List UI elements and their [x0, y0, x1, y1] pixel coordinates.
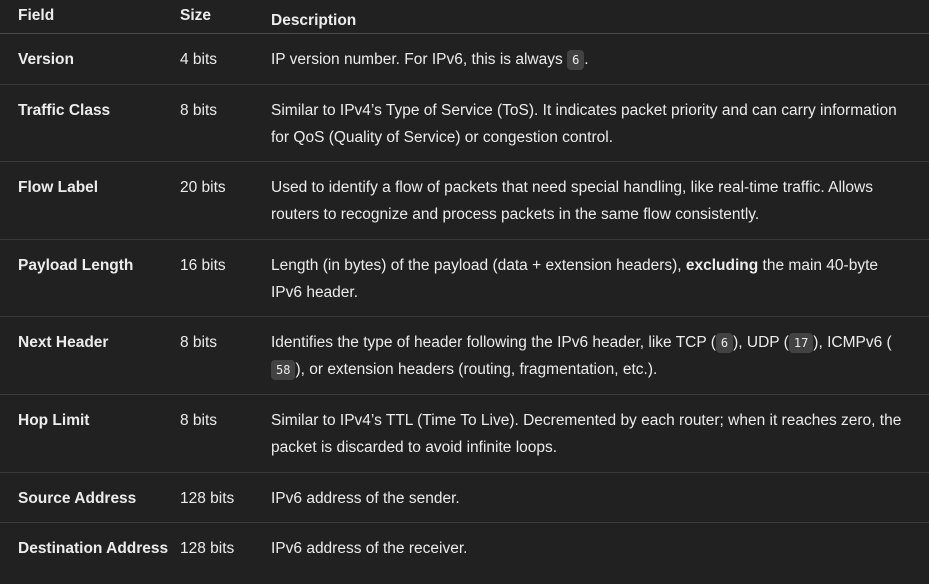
description-cell: IPv6 address of the sender. — [271, 473, 911, 522]
table-row: Next Header 8 bits Identifies the type of … — [0, 317, 929, 395]
field-name-cell: Traffic Class — [18, 102, 111, 119]
table-header: Field Size Description — [0, 0, 929, 34]
ipv6-header-table: Field Size Description Version 4 bits IP v… — [0, 0, 929, 573]
description-text: ), ICMPv6 ( — [813, 334, 892, 351]
table-body: Version 4 bits IP version number. For IPv6… — [0, 34, 929, 573]
inline-code: 6 — [567, 50, 585, 70]
table-row: Flow Label 20 bits Used to identify a flow… — [0, 162, 929, 240]
description-cell: IPv6 address of the receiver. — [271, 523, 911, 573]
field-name-cell: Destination Address — [18, 540, 169, 557]
size-cell: 8 bits — [180, 334, 218, 351]
size-cell: 8 bits — [180, 412, 218, 429]
description-text: IP version number. For IPv6, this is alw… — [271, 51, 568, 68]
size-cell: 8 bits — [180, 102, 218, 119]
description-text: ), or extension headers (routing, fragme… — [295, 361, 658, 378]
description-cell: Identifies the type of header following … — [271, 317, 911, 394]
table-row: Payload Length 16 bits Length (in bytes) o… — [0, 240, 929, 317]
inline-code: 6 — [715, 333, 734, 353]
size-cell: 128 bits — [180, 490, 235, 507]
column-header-field: Field — [18, 7, 55, 24]
description-text: IPv6 address of the receiver. — [271, 540, 468, 557]
description-cell: Similar to IPv4’s Type of Service (ToS).… — [271, 85, 911, 161]
size-cell: 20 bits — [180, 179, 226, 196]
table-row: Destination Address 128 bits IPv6 address … — [0, 523, 929, 573]
description-text: ), UDP ( — [733, 334, 789, 351]
field-name-cell: Version — [18, 51, 74, 68]
table-row: Source Address 128 bits IPv6 address of th… — [0, 473, 929, 523]
inline-code: 58 — [271, 360, 296, 380]
field-name-cell: Payload Length — [18, 257, 134, 274]
emphasis-text: excluding — [685, 257, 759, 274]
description-cell: Used to identify a flow of packets that … — [271, 162, 911, 239]
description-cell: Similar to IPv4’s TTL (Time To Live). De… — [271, 395, 911, 472]
description-text: Similar to IPv4’s TTL (Time To Live). De… — [271, 412, 902, 456]
size-cell: 4 bits — [180, 51, 218, 68]
field-name-cell: Hop Limit — [18, 412, 90, 429]
description-text: . — [584, 51, 589, 68]
inline-code: 17 — [788, 333, 814, 353]
table-row: Version 4 bits IP version number. For IPv6… — [0, 34, 929, 85]
field-name-cell: Next Header — [18, 334, 109, 351]
column-header-description: Description — [271, 12, 357, 29]
table-row: Hop Limit 8 bits Similar to IPv4’s TTL (Ti… — [0, 395, 929, 473]
field-name-cell: Source Address — [18, 490, 137, 507]
description-text: Length (in bytes) of the payload (data +… — [271, 257, 686, 274]
size-cell: 128 bits — [180, 540, 235, 557]
description-cell: Length (in bytes) of the payload (data +… — [271, 240, 911, 316]
column-header-size: Size — [180, 7, 212, 24]
description-text: Similar to IPv4’s Type of Service (ToS).… — [271, 102, 897, 146]
description-cell: IP version number. For IPv6, this is alw… — [271, 34, 911, 84]
description-text: Used to identify a flow of packets that … — [271, 179, 873, 223]
description-text: Identifies the type of header following … — [271, 334, 716, 351]
table-row: Traffic Class 8 bits Similar to IPv4’s Typ… — [0, 85, 929, 162]
field-name-cell: Flow Label — [18, 179, 99, 196]
description-text: IPv6 address of the sender. — [271, 490, 460, 507]
size-cell: 16 bits — [180, 257, 226, 274]
